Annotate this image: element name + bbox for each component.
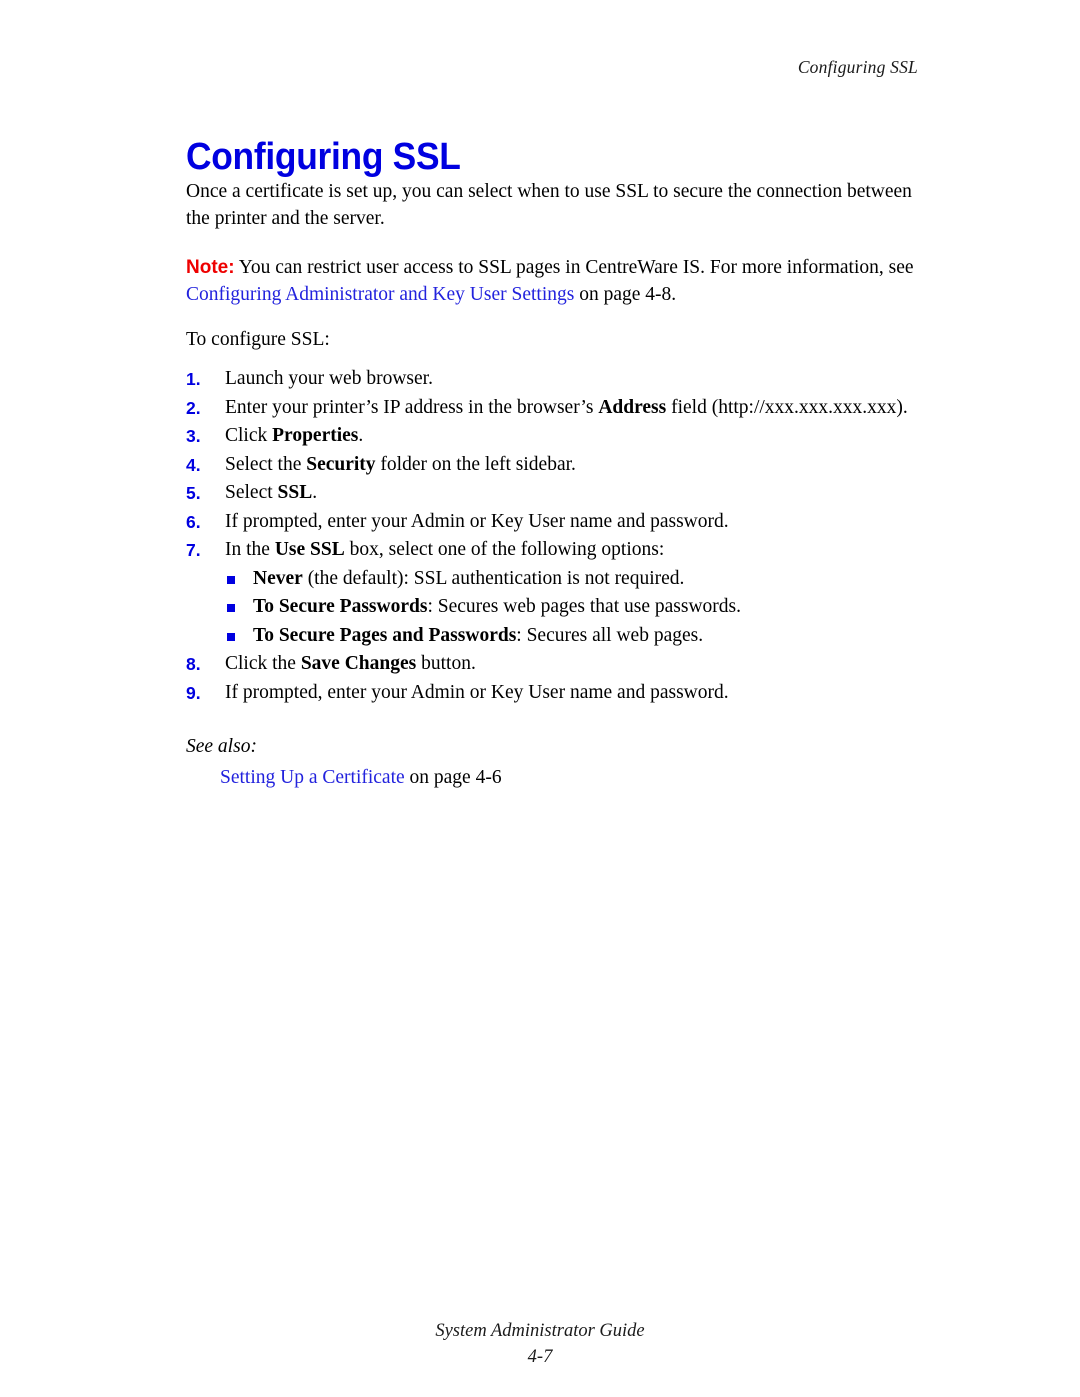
ssl-option-bullets: Never (the default): SSL authentication … [186, 565, 922, 651]
see-also-heading: See also: [186, 736, 257, 757]
step-body: Click the Save Changes button. [225, 653, 476, 674]
emphasized-text: To Secure Pages and Passwords [253, 624, 517, 646]
step-body: If prompted, enter your Admin or Key Use… [225, 682, 729, 703]
step-text: (the default): SSL authentication is not… [302, 567, 685, 589]
emphasized-text: Security [306, 453, 376, 475]
step-text: Select [225, 482, 278, 503]
step-text: If prompted, enter your Admin or Key Use… [225, 681, 729, 703]
step-body: Launch your web browser. [225, 368, 433, 389]
footer-guide-title: System Administrator Guide [435, 1321, 645, 1341]
list-item: To Secure Passwords: Secures web pages t… [186, 593, 922, 622]
footer-page-number: 4-7 [527, 1347, 553, 1367]
list-item: To Secure Pages and Passwords: Secures a… [186, 622, 922, 651]
step-body: If prompted, enter your Admin or Key Use… [225, 511, 729, 532]
procedure-step: 5. Select SSL. [186, 479, 922, 508]
list-item-body: To Secure Pages and Passwords: Secures a… [253, 625, 703, 646]
procedure-step: 8. Click the Save Changes button. [186, 650, 922, 679]
step-number: 4. [186, 454, 201, 475]
step-number: 1. [186, 369, 201, 389]
step-number: 7. [186, 540, 201, 560]
list-item-body: To Secure Passwords: Secures web pages t… [253, 596, 741, 617]
procedure-step: 4. Select the Security folder on the left… [186, 451, 922, 480]
document-page: Configuring SSL Configuring SSL Once a c… [0, 0, 1080, 1397]
procedure-step: 6. If prompted, enter your Admin or Key U… [186, 508, 922, 537]
step-body: Select the Security folder on the left s… [225, 454, 576, 475]
step-text: box, select one of the following options… [344, 539, 665, 560]
note-text-before-link: You can restrict user access to SSL page… [234, 257, 914, 278]
see-also-link[interactable]: Setting Up a Certificate [220, 767, 405, 788]
step-number: 5. [186, 483, 201, 503]
see-also-item: Setting Up a Certificate on page 4-6 [220, 764, 922, 791]
see-also-suffix: on page 4-6 [404, 767, 502, 788]
note-text-after-link: on page 4-8. [574, 284, 677, 305]
list-item-body: Never (the default): SSL authentication … [253, 568, 684, 589]
step-number: 6. [186, 511, 201, 532]
step-text: : Secures all web pages. [516, 624, 704, 646]
step-body: Enter your printer’s IP address in the b… [225, 397, 908, 418]
emphasized-text: To Secure Passwords [253, 596, 428, 617]
step-number: 2. [186, 397, 201, 418]
emphasized-text: Properties [272, 425, 359, 446]
step-body: In the Use SSL box, select one of the fo… [225, 539, 664, 560]
emphasized-text: Use SSL [274, 539, 345, 560]
step-text: Click the [225, 653, 301, 674]
step-number: 8. [186, 654, 201, 674]
step-text: . [358, 425, 364, 446]
list-item: Never (the default): SSL authentication … [186, 565, 922, 594]
page-title: Configuring SSL [186, 136, 461, 179]
procedure-step: 9. If prompted, enter your Admin or Key U… [186, 679, 922, 708]
step-text: Launch your web browser. [225, 368, 433, 389]
emphasized-text: Save Changes [300, 653, 417, 674]
procedure-steps: 1. Launch your web browser. 2. Enter your p… [186, 365, 922, 565]
step-text: folder on the left sidebar. [375, 453, 576, 475]
step-number: 9. [186, 682, 201, 703]
lead-in-paragraph: To configure SSL: [186, 329, 330, 350]
step-text: If prompted, enter your Admin or Key Use… [225, 510, 729, 532]
note-block: Note: You can restrict user access to SS… [186, 254, 922, 308]
emphasized-text: SSL [277, 482, 313, 503]
step-text: button. [416, 653, 476, 674]
procedure-step: 3. Click Properties. [186, 422, 922, 451]
step-text: . [312, 482, 318, 503]
step-text: field (http://xxx.xxx.xxx.xxx). [666, 396, 908, 418]
emphasized-text: Never [253, 567, 303, 589]
step-body: Select SSL. [225, 482, 317, 503]
running-header: Configuring SSL [797, 57, 918, 77]
step-text: In the [225, 539, 275, 560]
procedure-step: 7. In the Use SSL box, select one of the … [186, 536, 922, 565]
square-bullet-icon [227, 632, 235, 641]
emphasized-text: Address [598, 396, 667, 418]
procedure-step: 2. Enter your printer’s IP address in the… [186, 394, 922, 423]
step-body: Click Properties. [225, 425, 363, 446]
note-label: Note: [186, 257, 235, 278]
procedure-steps-continued: 8. Click the Save Changes button. 9. If pro… [186, 650, 922, 707]
square-bullet-icon [227, 604, 235, 612]
step-number: 3. [186, 426, 201, 446]
page-footer: System Administrator Guide 4-7 [0, 1318, 1080, 1370]
step-text: Click [225, 425, 273, 446]
step-text: Select the [225, 453, 307, 475]
note-cross-reference-link[interactable]: Configuring Administrator and Key User S… [186, 284, 574, 305]
procedure-step: 1. Launch your web browser. [186, 365, 922, 394]
page-body: Once a certificate is set up, you can se… [186, 178, 922, 791]
square-bullet-icon [227, 575, 235, 584]
step-text: Enter your printer’s IP address in the b… [225, 396, 599, 418]
step-text: : Secures web pages that use passwords. [427, 596, 741, 617]
intro-paragraph: Once a certificate is set up, you can se… [186, 181, 912, 229]
